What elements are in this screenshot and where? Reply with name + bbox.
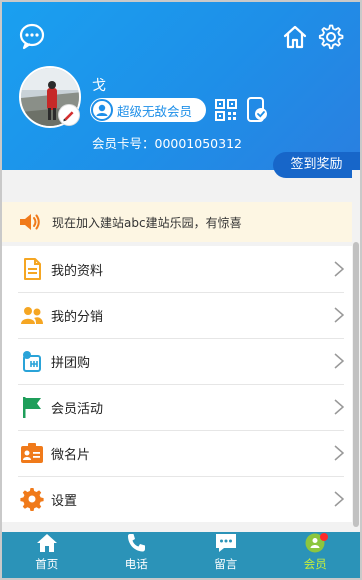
nav-label: 留言 bbox=[214, 557, 238, 571]
notice-bar: 现在加入建站abc建站乐园，有惊喜 bbox=[2, 202, 360, 242]
chevron-right-icon bbox=[334, 307, 344, 323]
checkin-reward-button[interactable]: 签到奖励 bbox=[273, 152, 360, 178]
message-icon bbox=[215, 534, 236, 552]
menu-item-settings[interactable]: 设置 bbox=[2, 476, 360, 522]
nav-item-phone[interactable]: 电话 bbox=[92, 532, 182, 578]
member-level-badge[interactable]: 超级无敌会员 bbox=[90, 98, 206, 122]
chevron-right-icon bbox=[334, 445, 344, 461]
nav-item-message[interactable]: 留言 bbox=[181, 532, 271, 578]
nav-label: 首页 bbox=[35, 557, 59, 571]
bottom-nav: 首页 电话 留言 会员 bbox=[2, 532, 360, 578]
menu-item-label: 设置 bbox=[51, 493, 78, 509]
gear-icon bbox=[20, 488, 44, 511]
home-icon[interactable] bbox=[281, 23, 309, 51]
nav-label: 会员 bbox=[303, 557, 327, 571]
flag-icon bbox=[23, 397, 41, 418]
menu-item-label: 我的分销 bbox=[51, 309, 104, 325]
username: 戈 bbox=[92, 78, 106, 94]
nav-item-member[interactable]: 会员 bbox=[271, 532, 361, 578]
qr-code-icon[interactable] bbox=[215, 99, 237, 121]
chevron-right-icon bbox=[334, 491, 344, 507]
business-card-icon bbox=[21, 443, 43, 463]
member-level-label: 超级无敌会员 bbox=[117, 103, 193, 119]
scrollbar-thumb[interactable] bbox=[353, 242, 359, 527]
menu-item-label: 拼团购 bbox=[51, 355, 91, 371]
notification-dot bbox=[320, 533, 329, 541]
document-icon bbox=[24, 258, 41, 280]
menu-item-label: 微名片 bbox=[51, 447, 91, 463]
people-icon bbox=[21, 307, 43, 324]
member-card-number: 会员卡号：00001050312 bbox=[92, 136, 242, 151]
menu-item-my-distribution[interactable]: 我的分销 bbox=[2, 292, 360, 338]
profile-header: 戈 超级无敌会员 会员卡号：00001050312 bbox=[2, 2, 360, 170]
nav-item-home[interactable]: 首页 bbox=[2, 532, 92, 578]
menu-item-my-profile[interactable]: 我的资料 bbox=[2, 246, 360, 292]
user-badge-icon bbox=[91, 99, 113, 121]
chevron-right-icon bbox=[334, 261, 344, 277]
phone-verified-icon[interactable] bbox=[245, 97, 269, 123]
menu-item-member-activities[interactable]: 会员活动 bbox=[2, 384, 360, 430]
app-frame: 戈 超级无敌会员 会员卡号：00001050312 签到奖励 现在加入建站abc… bbox=[0, 0, 362, 580]
menu-item-group-buy[interactable]: 拼团购 bbox=[2, 338, 360, 384]
nav-label: 电话 bbox=[124, 557, 148, 571]
pencil-icon[interactable] bbox=[58, 104, 80, 126]
menu-item-label: 会员活动 bbox=[51, 401, 104, 417]
chevron-right-icon bbox=[334, 399, 344, 415]
group-buy-icon bbox=[23, 351, 41, 372]
home-icon bbox=[36, 534, 57, 552]
chat-bubble-icon[interactable] bbox=[18, 22, 46, 50]
notice-text: 现在加入建站abc建站乐园，有惊喜 bbox=[52, 215, 242, 230]
menu-item-label: 我的资料 bbox=[51, 263, 104, 279]
menu-list: 我的资料 我的分销 拼团购 会员活动 微名片 设置 bbox=[2, 246, 360, 522]
gear-icon[interactable] bbox=[316, 23, 344, 51]
phone-icon bbox=[128, 534, 146, 552]
speaker-icon bbox=[20, 214, 40, 230]
chevron-right-icon bbox=[334, 353, 344, 369]
menu-item-business-card[interactable]: 微名片 bbox=[2, 430, 360, 476]
